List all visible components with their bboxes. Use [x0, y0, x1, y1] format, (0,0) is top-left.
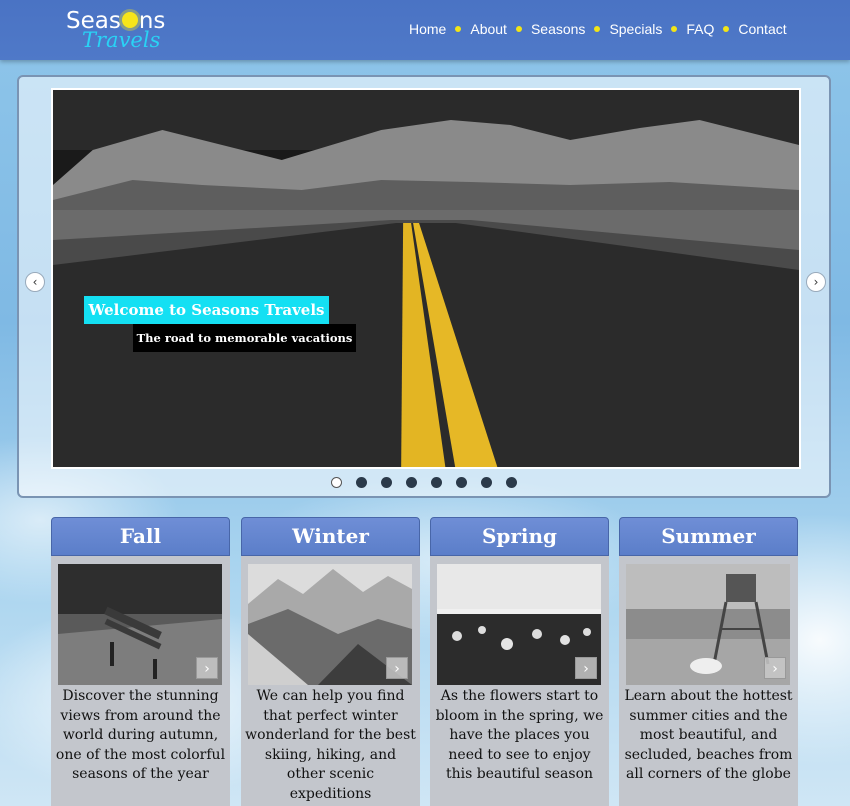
card-image-winter[interactable]: ›: [248, 564, 412, 685]
card-title[interactable]: Summer: [619, 517, 798, 556]
logo-bottom-text: Travels: [82, 28, 161, 52]
more-arrow-button[interactable]: ›: [196, 657, 218, 679]
card-title[interactable]: Spring: [430, 517, 609, 556]
card-title[interactable]: Fall: [51, 517, 230, 556]
nav-faq[interactable]: FAQ: [686, 21, 714, 37]
season-card-summer: Summer › Learn about the hottest summer …: [619, 517, 798, 806]
card-body: › As the flowers start to bloom in the s…: [430, 556, 609, 806]
season-card-winter: Winter › We can help you find that perfe…: [241, 517, 420, 806]
slider-dot[interactable]: [456, 477, 467, 488]
card-body: › Discover the stunning views from aroun…: [51, 556, 230, 806]
card-description: As the flowers start to bloom in the spr…: [435, 688, 604, 782]
nav-separator-dot: [723, 26, 730, 32]
more-arrow-button[interactable]: ›: [386, 657, 408, 679]
road-landscape-image: [53, 90, 799, 467]
more-arrow-button[interactable]: ›: [575, 657, 597, 679]
card-title[interactable]: Winter: [241, 517, 420, 556]
more-arrow-button[interactable]: ›: [764, 657, 786, 679]
slider-pagination: [331, 477, 531, 488]
slider-dot[interactable]: [381, 477, 392, 488]
site-header: Seas ns Travels Home About Seasons Specia…: [0, 0, 850, 60]
nav-specials[interactable]: Specials: [609, 21, 662, 37]
card-body: › We can help you find that perfect wint…: [241, 556, 420, 806]
card-image-summer[interactable]: ›: [626, 564, 790, 685]
card-body: › Learn about the hottest summer cities …: [619, 556, 798, 806]
card-image-fall[interactable]: ›: [58, 564, 222, 685]
slider-prev-button[interactable]: ‹: [25, 272, 45, 292]
nav-separator-dot: [594, 26, 601, 32]
slide-caption-subtitle: The road to memorable vacations: [133, 324, 356, 352]
card-description: We can help you find that perfect winter…: [245, 688, 416, 802]
slider-dot[interactable]: [506, 477, 517, 488]
nav-seasons[interactable]: Seasons: [531, 21, 585, 37]
season-card-fall: Fall › Discover the stunning views from …: [51, 517, 230, 806]
slider-dot[interactable]: [481, 477, 492, 488]
slider-next-button[interactable]: ›: [806, 272, 826, 292]
sun-icon: [121, 11, 138, 28]
card-description: Discover the stunning views from around …: [55, 688, 226, 782]
nav-separator-dot: [515, 26, 522, 32]
nav-home[interactable]: Home: [409, 21, 446, 37]
nav-about[interactable]: About: [470, 21, 507, 37]
nav-separator-dot: [455, 26, 462, 32]
nav-contact[interactable]: Contact: [738, 21, 786, 37]
slider-dot[interactable]: [356, 477, 367, 488]
slider-dot[interactable]: [431, 477, 442, 488]
card-description: Learn about the hottest summer cities an…: [624, 688, 793, 782]
logo[interactable]: Seas ns Travels: [66, 8, 166, 54]
slider-dot[interactable]: [406, 477, 417, 488]
slider-dot[interactable]: [331, 477, 342, 488]
card-image-spring[interactable]: ›: [437, 564, 601, 685]
season-card-spring: Spring › As the flowers start to bloom i…: [430, 517, 609, 806]
nav-separator-dot: [671, 26, 678, 32]
main-nav: Home About Seasons Specials FAQ Contact: [409, 21, 787, 37]
slide-caption-title: Welcome to Seasons Travels: [84, 296, 329, 324]
slide-image-road: [51, 88, 801, 469]
